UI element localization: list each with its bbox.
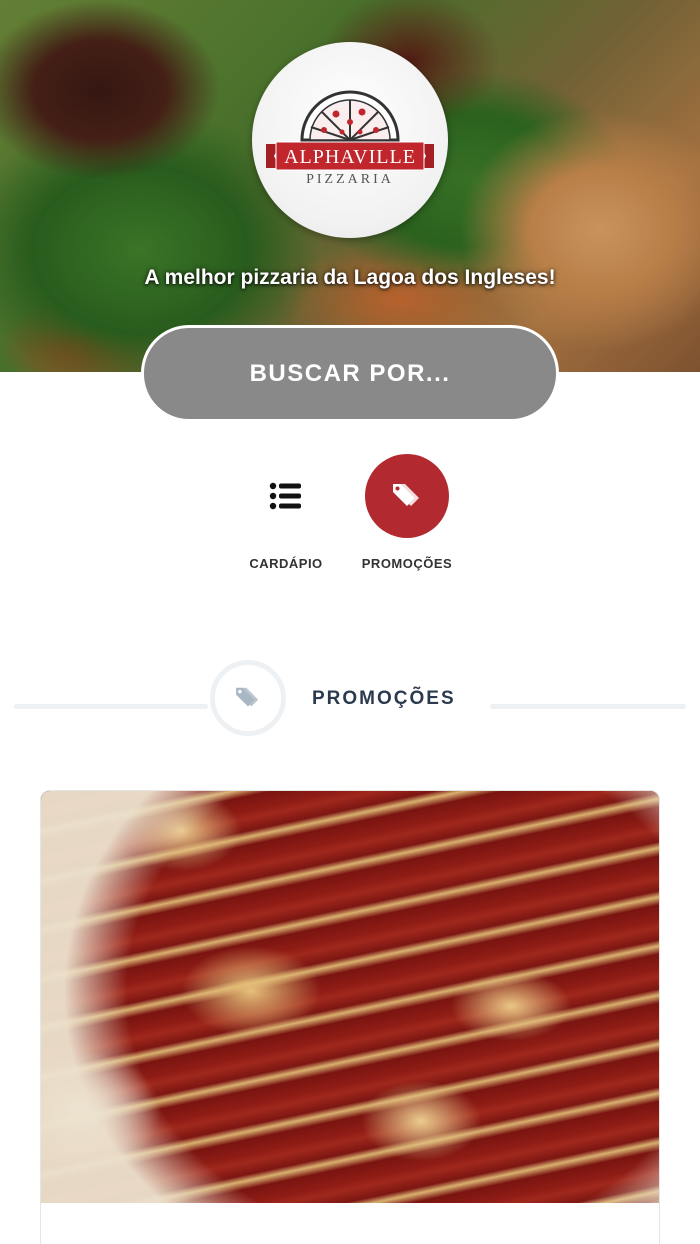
brand-logo[interactable] — [252, 42, 448, 238]
nav-label-cardapio: CARDÁPIO — [249, 556, 323, 571]
nav-item-promocoes[interactable]: PROMOÇÕES — [347, 454, 467, 571]
tag-icon — [210, 660, 286, 736]
pizza-logo-icon — [266, 90, 434, 171]
logo-subtitle-text: PIZZARIA — [306, 172, 394, 187]
section-title: PROMOÇÕES — [312, 688, 456, 709]
promo-image-crust-overlay — [41, 791, 659, 1203]
list-icon — [244, 454, 328, 538]
nav-label-promocoes: PROMOÇÕES — [361, 556, 453, 571]
search-button[interactable]: BUSCAR POR... — [141, 325, 559, 422]
section-divider-left — [14, 704, 208, 709]
promo-card[interactable] — [40, 790, 660, 1244]
tag-icon — [365, 454, 449, 538]
hero-tagline: A melhor pizzaria da Lagoa dos Ingleses! — [144, 266, 556, 289]
logo-brand-text: ALPHAVILLE — [284, 146, 416, 168]
section-divider-right — [490, 704, 686, 709]
search-button-label: BUSCAR POR... — [249, 359, 451, 387]
nav-item-cardapio[interactable]: CARDÁPIO — [226, 454, 346, 571]
